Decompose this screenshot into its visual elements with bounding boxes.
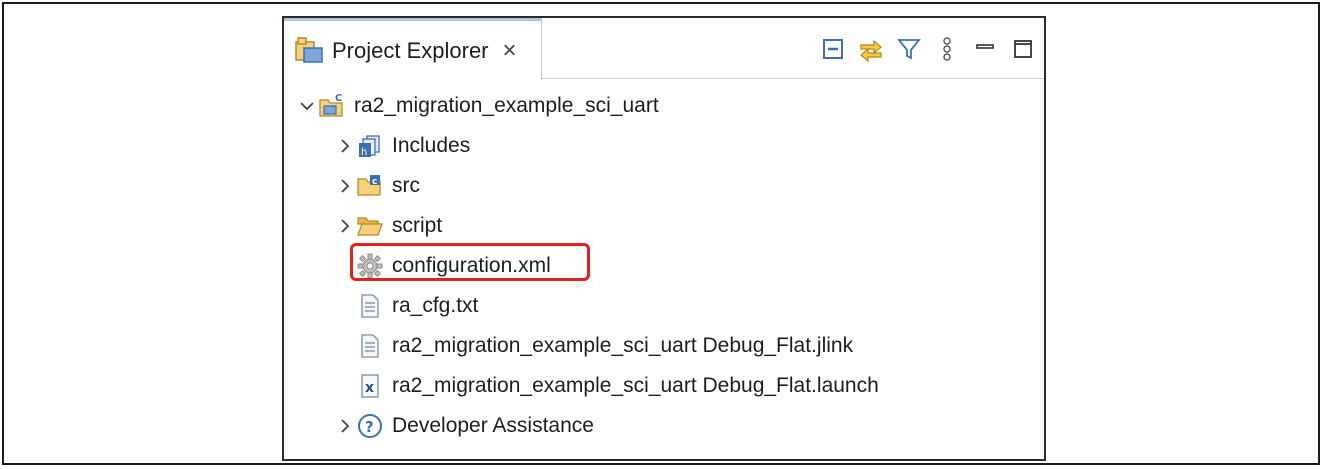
- project-explorer-icon: [295, 36, 323, 63]
- help-icon: ?: [356, 412, 384, 440]
- view-tabbar: Project Explorer ×: [284, 18, 1044, 80]
- launch-file-icon: x: [356, 372, 384, 400]
- chevron-down-icon[interactable]: [296, 95, 318, 117]
- source-folder-icon: c: [356, 172, 384, 200]
- view-menu-icon[interactable]: [934, 36, 960, 62]
- tree-item-launch[interactable]: x ra2_migration_example_sci_uart Debug_F…: [284, 366, 1044, 406]
- includes-icon: h: [356, 132, 384, 160]
- maximize-icon[interactable]: [1010, 36, 1036, 62]
- tree-item-ra-cfg-txt[interactable]: ra_cfg.txt: [284, 286, 1044, 326]
- tab-project-explorer[interactable]: Project Explorer ×: [284, 18, 542, 80]
- tab-divider: [542, 78, 1044, 79]
- project-explorer-view: Project Explorer × C ra2_migration_examp…: [282, 16, 1046, 461]
- svg-text:c: c: [372, 177, 377, 187]
- c-project-icon: C: [318, 92, 346, 120]
- chevron-right-icon[interactable]: [334, 175, 356, 197]
- tree-item-configuration-xml[interactable]: configuration.xml: [284, 243, 1044, 286]
- view-toolbar: [820, 36, 1036, 62]
- svg-text:C: C: [335, 93, 342, 104]
- folder-icon: [356, 212, 384, 240]
- highlight-box: [350, 243, 590, 281]
- project-name: ra2_migration_example_sci_uart: [354, 94, 659, 117]
- svg-text:?: ?: [365, 418, 374, 436]
- tree-item-label: ra_cfg.txt: [392, 294, 479, 317]
- svg-text:x: x: [365, 380, 374, 396]
- chevron-right-icon[interactable]: [334, 135, 356, 157]
- tree-item-label: script: [392, 214, 443, 237]
- tree-item-developer-assistance[interactable]: ? Developer Assistance: [284, 406, 1044, 446]
- tree-item-label: src: [392, 174, 420, 197]
- tree-item-label: ra2_migration_example_sci_uart Debug_Fla…: [392, 334, 854, 357]
- tree-item-jlink[interactable]: ra2_migration_example_sci_uart Debug_Fla…: [284, 326, 1044, 366]
- tree-item-label: Developer Assistance: [392, 414, 594, 437]
- svg-text:h: h: [361, 147, 367, 158]
- collapse-all-icon[interactable]: [820, 36, 846, 62]
- tree-item-label: ra2_migration_example_sci_uart Debug_Fla…: [392, 374, 879, 397]
- tree-item-includes[interactable]: h Includes: [284, 126, 1044, 166]
- link-with-editor-icon[interactable]: [858, 36, 884, 62]
- project-tree: C ra2_migration_example_sci_uart h Inclu…: [284, 86, 1044, 446]
- chevron-right-icon[interactable]: [334, 415, 356, 437]
- tree-item-label: Includes: [392, 134, 471, 157]
- minimize-icon[interactable]: [972, 36, 998, 62]
- chevron-right-icon[interactable]: [334, 215, 356, 237]
- tree-item-src[interactable]: c src: [284, 166, 1044, 206]
- figure-frame: Project Explorer × C ra2_migration_examp…: [2, 2, 1320, 465]
- view-title: Project Explorer: [332, 37, 489, 63]
- text-file-icon: [356, 332, 384, 360]
- filter-icon[interactable]: [896, 36, 922, 62]
- text-file-icon: [356, 292, 384, 320]
- tree-item-project[interactable]: C ra2_migration_example_sci_uart: [284, 86, 1044, 126]
- close-icon[interactable]: ×: [503, 38, 517, 63]
- tree-item-script[interactable]: script: [284, 206, 1044, 246]
